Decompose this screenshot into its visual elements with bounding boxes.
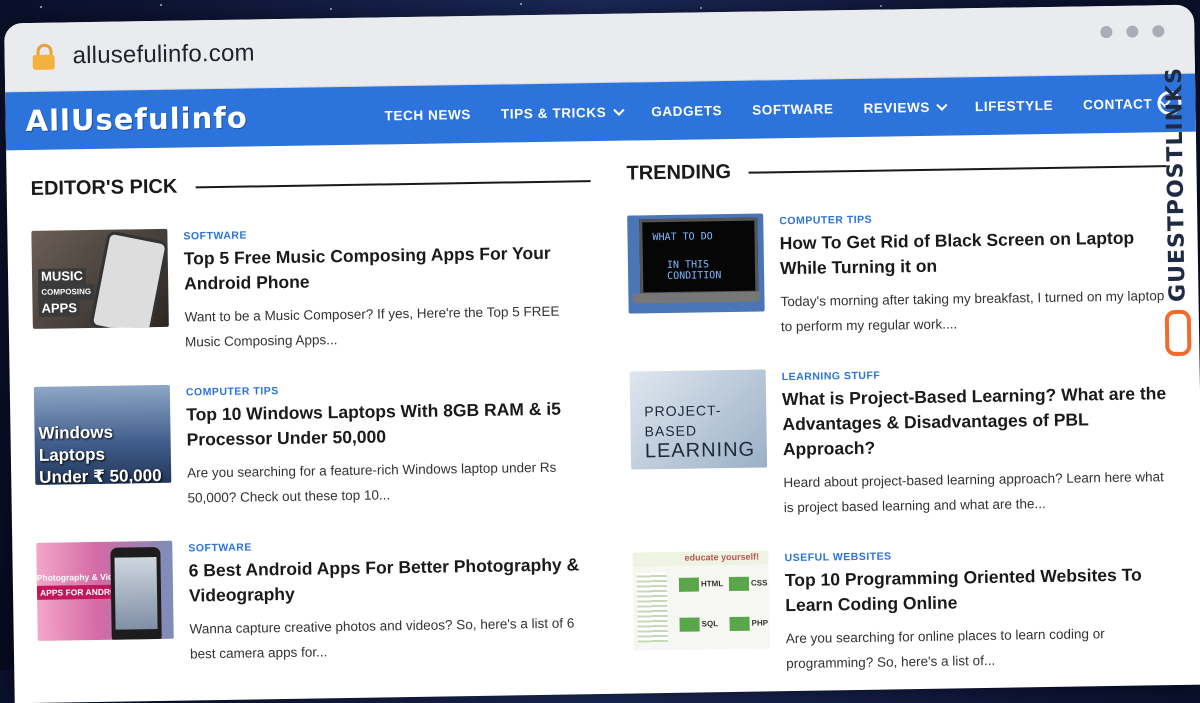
post-excerpt: Wanna capture creative photos and videos…: [189, 615, 575, 662]
editors-pick-section: EDITOR'S PICK MUSIC COMPOSING APPS SOFTWAR…: [31, 169, 599, 669]
post-thumbnail[interactable]: educate yourself! HTML CSS SQL PHP: [632, 550, 770, 651]
post-thumbnail[interactable]: PROJECT-BASED LEARNING: [629, 369, 768, 470]
url-text[interactable]: allusefulinfo.com: [72, 39, 255, 70]
post-category[interactable]: SOFTWARE: [183, 224, 591, 243]
section-heading: TRENDING: [626, 154, 1167, 185]
main-menu: TECH NEWS TIPS & TRICKS GADGETS SOFTWARE…: [369, 95, 1182, 123]
post-thumbnail[interactable]: Photography & Videography APPS FOR ANDROI…: [36, 540, 174, 641]
window-dot-icon[interactable]: [1152, 25, 1165, 38]
post-excerpt: Heard about project-based learning appro…: [783, 469, 1164, 516]
post-title[interactable]: 6 Best Android Apps For Better Photograp…: [189, 552, 598, 608]
window-controls: [1100, 25, 1165, 39]
chevron-down-icon: [936, 99, 949, 111]
lock-icon: [32, 43, 55, 70]
browser-window: allusefulinfo.com AllUsefulinfo TECH NEW…: [4, 4, 1200, 703]
post-item[interactable]: PROJECT-BASED LEARNING LEARNING STUFF Wha…: [629, 363, 1172, 522]
link-icon: [1164, 309, 1192, 357]
post-title[interactable]: What is Project-Based Learning? What are…: [782, 381, 1171, 462]
post-excerpt: Are you searching for online places to l…: [785, 626, 1105, 672]
window-dot-icon[interactable]: [1100, 25, 1113, 39]
chevron-down-icon: [612, 104, 625, 116]
post-category[interactable]: USEFUL WEBSITES: [784, 546, 1172, 564]
nav-item-gadgets[interactable]: GADGETS: [636, 102, 737, 119]
post-item[interactable]: MUSIC COMPOSING APPS SOFTWARE Top 5 Free M…: [31, 222, 593, 357]
nav-item-lifestyle[interactable]: LIFESTYLE: [960, 97, 1068, 114]
post-excerpt: Today's morning after taking my breakfas…: [780, 288, 1165, 335]
guestpostlinks-watermark: GUESTPOSTLINKS: [1159, 67, 1194, 357]
post-category[interactable]: LEARNING STUFF: [782, 365, 1170, 384]
nav-item-software[interactable]: SOFTWARE: [737, 101, 849, 118]
post-excerpt: Want to be a Music Composer? If yes, Her…: [184, 303, 560, 350]
post-category[interactable]: SOFTWARE: [188, 536, 596, 555]
post-item[interactable]: educate yourself! HTML CSS SQL PHP USEFU…: [632, 544, 1174, 678]
post-category[interactable]: COMPUTER TIPS: [779, 209, 1167, 227]
trending-section: TRENDING WHAT TO DO IN THIS CONDITION COM…: [626, 154, 1174, 678]
post-title[interactable]: Top 5 Free Music Composing Apps For Your…: [184, 240, 593, 296]
post-item[interactable]: Windows Laptops Under ₹ 50,000 COMPUTER T…: [33, 378, 596, 513]
post-thumbnail[interactable]: MUSIC COMPOSING APPS: [31, 228, 169, 329]
window-dot-icon[interactable]: [1126, 25, 1139, 38]
post-item[interactable]: Photography & Videography APPS FOR ANDROI…: [36, 534, 598, 669]
post-category[interactable]: COMPUTER TIPS: [186, 380, 594, 398]
post-thumbnail[interactable]: Windows Laptops Under ₹ 50,000: [33, 384, 172, 485]
post-item[interactable]: WHAT TO DO IN THIS CONDITION COMPUTER TIP…: [627, 207, 1169, 341]
site-logo[interactable]: AllUsefulinfo: [25, 99, 345, 138]
nav-item-tips-tricks[interactable]: TIPS & TRICKS: [486, 104, 637, 121]
nav-item-reviews[interactable]: REVIEWS: [848, 99, 960, 116]
post-excerpt: Are you searching for a feature-rich Win…: [187, 459, 557, 506]
nav-item-tech-news[interactable]: TECH NEWS: [369, 106, 486, 123]
section-heading: EDITOR'S PICK: [31, 169, 591, 201]
post-title[interactable]: Top 10 Programming Oriented Websites To …: [785, 562, 1174, 618]
post-title[interactable]: How To Get Rid of Black Screen on Laptop…: [779, 225, 1168, 281]
post-thumbnail[interactable]: WHAT TO DO IN THIS CONDITION: [627, 213, 765, 314]
post-title[interactable]: Top 10 Windows Laptops With 8GB RAM & i5…: [186, 396, 595, 452]
